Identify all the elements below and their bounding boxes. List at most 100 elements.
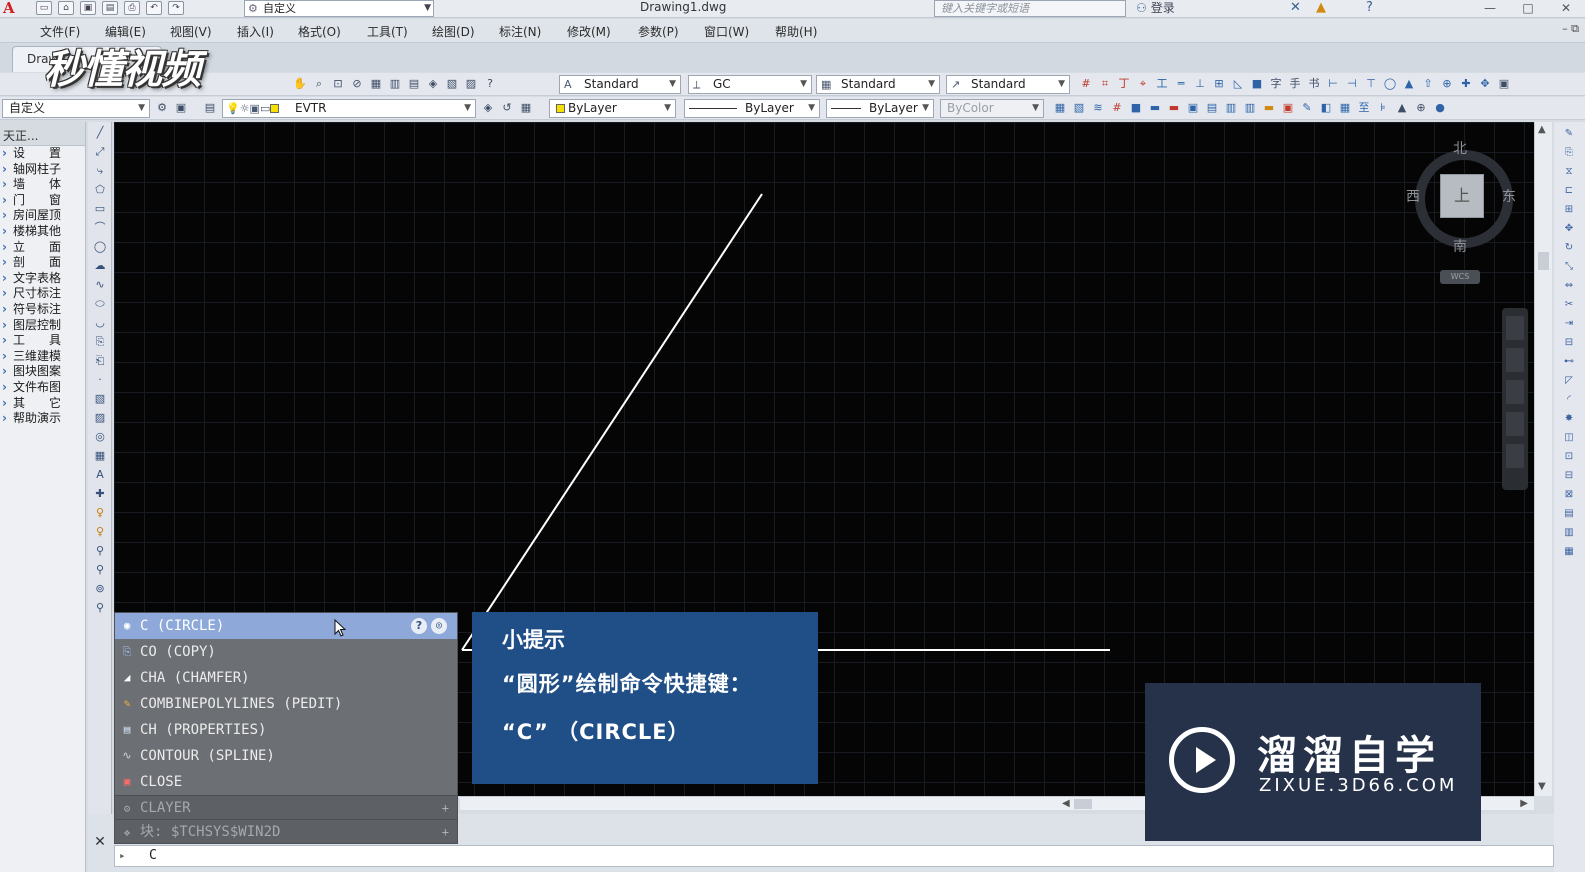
hatch-icon[interactable]: ▧ xyxy=(91,390,109,407)
join-icon[interactable]: ⊷ xyxy=(1562,354,1576,369)
stair-icon[interactable]: ⊥ xyxy=(1192,76,1208,92)
properties-icon[interactable]: ▦ xyxy=(368,76,384,92)
arc-icon[interactable]: ⌒ xyxy=(91,219,109,236)
viewcube-face[interactable]: 上 xyxy=(1440,174,1484,218)
web-search-icon[interactable]: ◎ xyxy=(431,618,447,634)
autocomplete-section[interactable]: ⚙ CLAYER + xyxy=(115,795,457,819)
zoom-extents-icon[interactable]: ⊕ xyxy=(1439,76,1455,92)
wall-icon[interactable]: 丁 xyxy=(1116,76,1132,92)
make-block-icon[interactable]: ⎗ xyxy=(91,352,109,369)
palette-item[interactable]: 轴网柱子 xyxy=(0,162,85,178)
tool-u-icon[interactable]: ● xyxy=(1432,100,1448,116)
autocomplete-item[interactable]: ▤ CH (PROPERTIES) xyxy=(115,717,457,743)
mdi-controls[interactable]: – ⧉ xyxy=(1562,22,1579,36)
autocomplete-section[interactable]: ❖ 块: $TCHSYS$WIN2D + xyxy=(115,819,457,843)
dim-chain-icon[interactable]: ⊣ xyxy=(1344,76,1360,92)
vertical-scrollbar[interactable]: ▲ ▼ xyxy=(1534,122,1552,796)
revision-cloud-icon[interactable]: ☁ xyxy=(91,257,109,274)
make-current-icon[interactable]: ◈ xyxy=(480,100,496,116)
erase-icon[interactable]: ✎ xyxy=(1562,126,1576,141)
expand-icon[interactable]: + xyxy=(442,820,449,844)
misc-3-icon[interactable]: ⊟ xyxy=(1562,468,1576,483)
palette-item[interactable]: 门 窗 xyxy=(0,193,85,209)
tool-r-icon[interactable]: ⊧ xyxy=(1375,100,1391,116)
mtext-icon[interactable]: A xyxy=(91,466,109,483)
maximize-button[interactable]: □ xyxy=(1509,0,1547,16)
misc-1-icon[interactable]: ◫ xyxy=(1562,430,1576,445)
insert-block-icon[interactable]: ⎘ xyxy=(91,333,109,350)
rectangle-icon[interactable]: ▭ xyxy=(91,200,109,217)
menu-modify[interactable]: 修改(M) xyxy=(567,23,611,40)
design-center-icon[interactable]: ▥ xyxy=(387,76,403,92)
move-obj-icon[interactable]: ✥ xyxy=(1562,221,1576,236)
layer-tool-2-icon[interactable]: ♀ xyxy=(91,523,109,540)
tool-e-icon[interactable]: ■ xyxy=(1128,100,1144,116)
h-scroll-thumb[interactable] xyxy=(1074,799,1092,809)
menu-view[interactable]: 视图(V) xyxy=(170,23,212,40)
rotate-icon[interactable]: ↻ xyxy=(1562,240,1576,255)
tool-a-icon[interactable]: ▦ xyxy=(1052,100,1068,116)
expand-icon[interactable]: + xyxy=(442,796,449,820)
palette-item[interactable]: 楼梯其他 xyxy=(0,224,85,240)
construction-line-icon[interactable]: ⤢ xyxy=(91,143,109,160)
tool-palettes-icon[interactable]: ▤ xyxy=(406,76,422,92)
symbol-tool-icon[interactable]: 书 xyxy=(1306,76,1322,92)
tool-f-icon[interactable]: ▬ xyxy=(1147,100,1163,116)
autodesk-app-icon[interactable]: ▲ xyxy=(1316,0,1326,16)
point-icon[interactable]: · xyxy=(91,371,109,388)
zoom-realtime-icon[interactable]: ⌕ xyxy=(311,76,327,92)
elevator-icon[interactable]: ■ xyxy=(1249,76,1265,92)
pan-cross-icon[interactable]: ✥ xyxy=(1477,76,1493,92)
scroll-up-icon[interactable]: ▲ xyxy=(1538,124,1546,135)
table-tool-icon[interactable]: 手 xyxy=(1287,76,1303,92)
menu-window[interactable]: 窗口(W) xyxy=(704,23,749,40)
layer-tool-4-icon[interactable]: ⚲ xyxy=(91,561,109,578)
pan-nav-icon[interactable] xyxy=(1506,348,1524,372)
close-icon[interactable]: ✕ xyxy=(90,832,110,852)
scroll-thumb[interactable] xyxy=(1538,252,1549,270)
extend-icon[interactable]: ⇥ xyxy=(1562,316,1576,331)
menu-draw[interactable]: 绘图(D) xyxy=(432,23,475,40)
fillet-icon[interactable]: ◜ xyxy=(1562,392,1576,407)
palette-item[interactable]: 图层控制 xyxy=(0,318,85,334)
menu-file[interactable]: 文件(F) xyxy=(40,23,80,40)
help-icon[interactable]: ? xyxy=(411,618,427,634)
workspace-select[interactable]: 自定义 ▼ xyxy=(2,99,150,118)
autocomplete-item[interactable]: ∿ CONTOUR (SPLINE) xyxy=(115,743,457,769)
tool-h-icon[interactable]: ▣ xyxy=(1185,100,1201,116)
door-icon[interactable]: ⌖ xyxy=(1135,76,1151,92)
compass-north[interactable]: 北 xyxy=(1453,138,1467,158)
ellipse-arc-icon[interactable]: ◡ xyxy=(91,314,109,331)
wcs-menu[interactable]: WCS xyxy=(1440,270,1480,284)
offset-icon[interactable]: ⊏ xyxy=(1562,183,1576,198)
palette-item[interactable]: 帮助演示 xyxy=(0,411,85,427)
menu-parametric[interactable]: 参数(P) xyxy=(638,23,679,40)
palette-item[interactable]: 工 具 xyxy=(0,333,85,349)
ellipse-icon[interactable]: ⬭ xyxy=(91,295,109,312)
scroll-down-icon[interactable]: ▼ xyxy=(1538,781,1546,792)
calc-icon[interactable]: ▣ xyxy=(1496,76,1512,92)
close-button[interactable]: ✕ xyxy=(1547,0,1585,16)
palette-item[interactable]: 房间屋顶 xyxy=(0,208,85,224)
gradient-icon[interactable]: ▨ xyxy=(91,409,109,426)
palette-item[interactable]: 剖 面 xyxy=(0,255,85,271)
circle-icon[interactable]: ◯ xyxy=(91,238,109,255)
tool-g-icon[interactable]: ▬ xyxy=(1166,100,1182,116)
palette-item[interactable]: 文件布图 xyxy=(0,380,85,396)
slanted-line[interactable] xyxy=(461,193,763,651)
spline-icon[interactable]: ∿ xyxy=(91,276,109,293)
autocomplete-item[interactable]: ✎ COMBINEPOLYLINES (PEDIT) xyxy=(115,691,457,717)
scale-icon[interactable]: ⤡ xyxy=(1562,259,1576,274)
app-logo-icon[interactable]: A xyxy=(0,0,30,18)
autocomplete-item[interactable]: ⎘ CO (COPY) xyxy=(115,639,457,665)
calculator-icon[interactable]: ▨ xyxy=(463,76,479,92)
line-tool-icon[interactable]: ═ xyxy=(1173,76,1189,92)
layer-dropdown[interactable]: 💡☼▣▭ EVTR ▼ xyxy=(222,99,476,118)
scroll-left-icon[interactable]: ◀ xyxy=(1062,797,1070,810)
palette-item[interactable]: 尺寸标注 xyxy=(0,286,85,302)
window-tool-icon[interactable]: 工 xyxy=(1154,76,1170,92)
menu-insert[interactable]: 插入(I) xyxy=(237,23,274,40)
print-icon[interactable]: ⎙ xyxy=(124,1,140,15)
text-tool-icon[interactable]: 字 xyxy=(1268,76,1284,92)
dim-angle-icon[interactable]: ⊤ xyxy=(1363,76,1379,92)
